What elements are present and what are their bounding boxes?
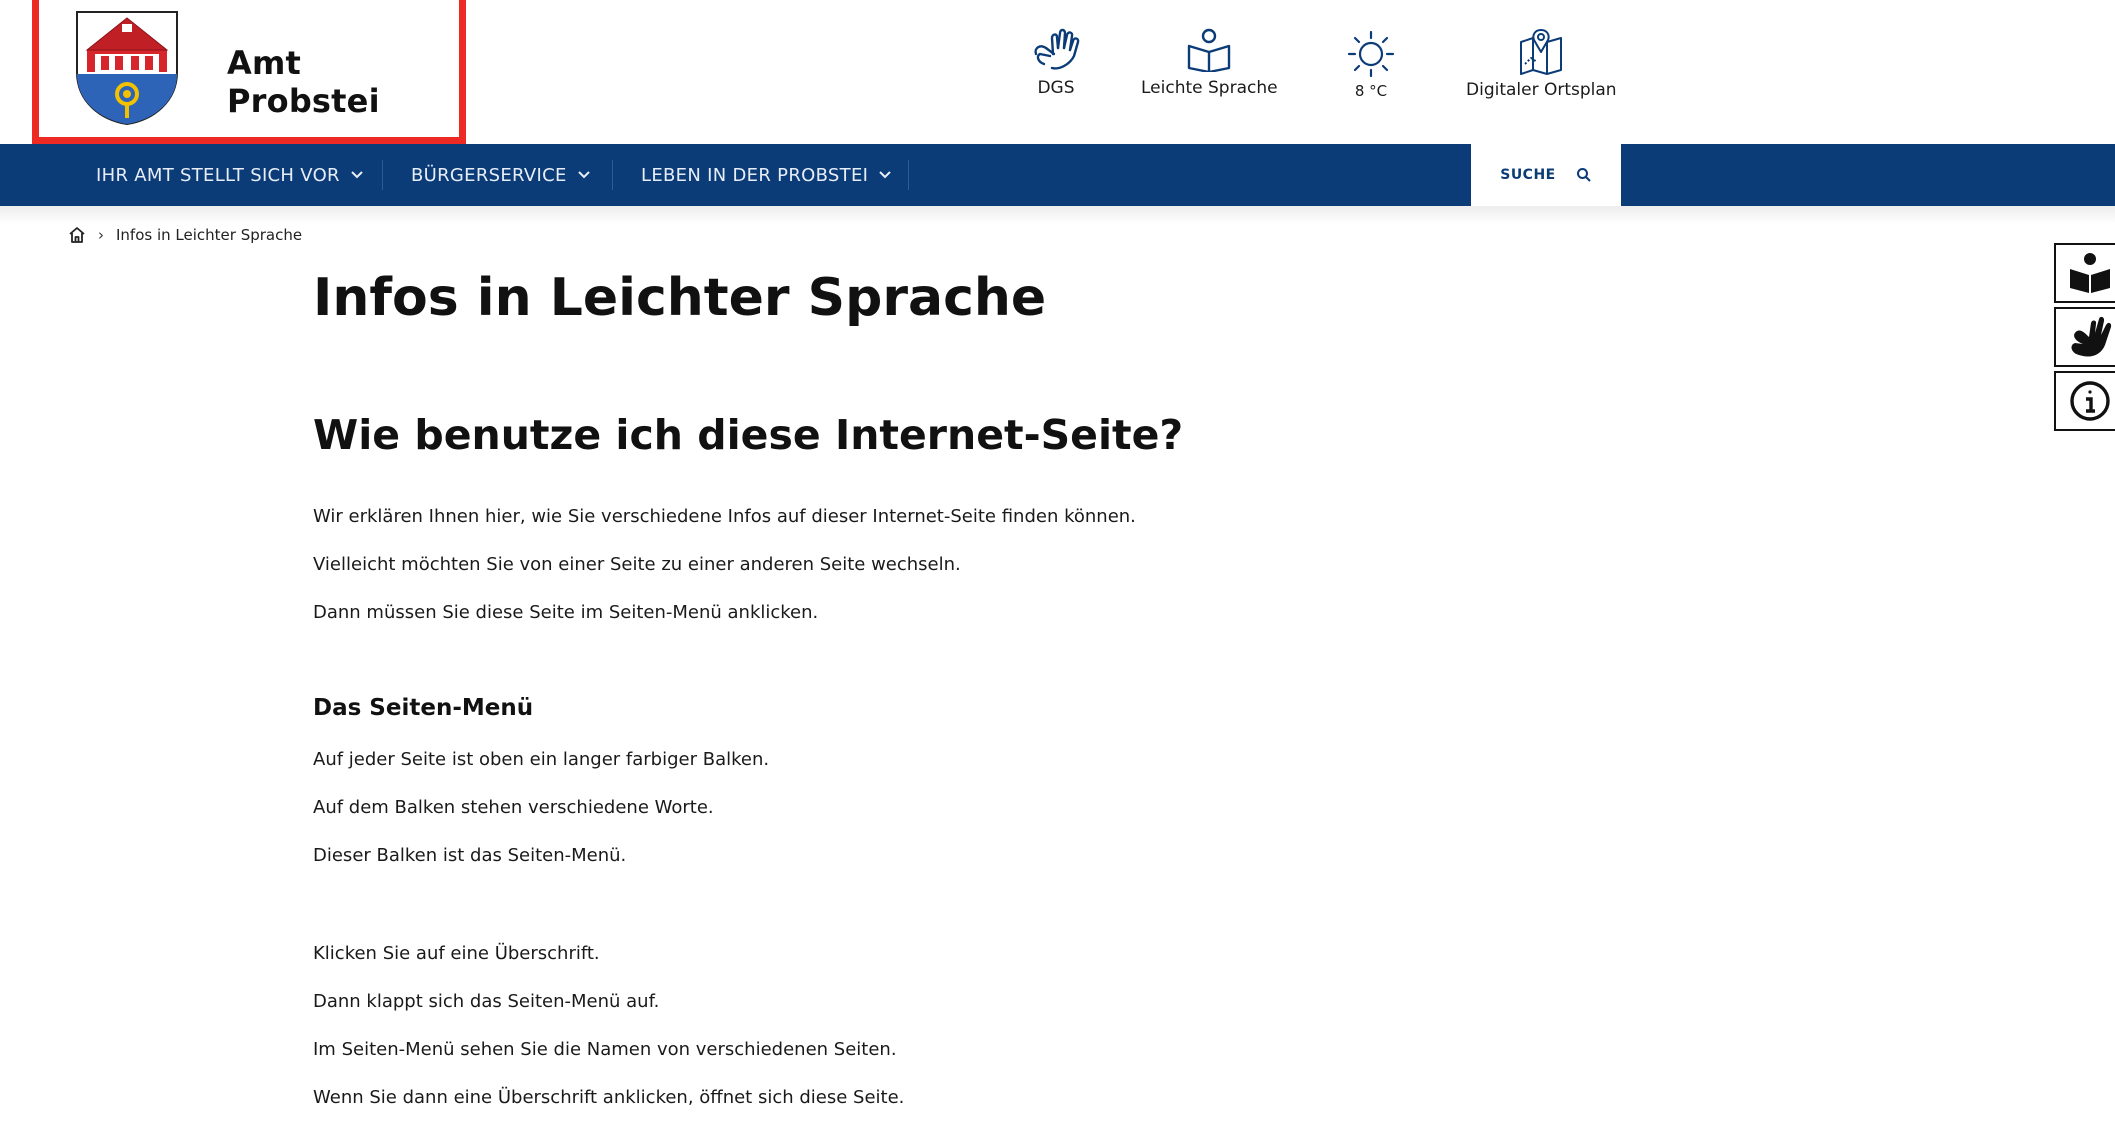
- easy-language-icon: [2070, 253, 2110, 293]
- nav-divider: [908, 160, 909, 190]
- chevron-down-icon: [879, 171, 891, 179]
- chevron-down-icon: [351, 171, 363, 179]
- site-header: Amt Probstei DGS Leichte Sprache 8 °C Di…: [0, 0, 2115, 144]
- page-title: Infos in Leichter Sprache: [313, 268, 1047, 328]
- site-logo-link[interactable]: Amt Probstei: [32, 0, 466, 144]
- nav-shadow: [0, 206, 2115, 224]
- click-paragraph: Im Seiten-Menü sehen Sie die Namen von v…: [313, 1039, 897, 1060]
- click-paragraph: Dann klappt sich das Seiten-Menü auf.: [313, 991, 660, 1012]
- side-tool-sign-language[interactable]: [2054, 307, 2115, 367]
- coat-of-arms-icon: [76, 11, 178, 126]
- search-icon: [1576, 168, 1591, 182]
- chevron-down-icon: [577, 171, 590, 179]
- search-label: SUCHE: [1500, 167, 1556, 183]
- menu-paragraph: Auf jeder Seite ist oben ein langer farb…: [313, 749, 770, 770]
- click-paragraph: Klicken Sie auf eine Überschrift.: [313, 943, 600, 964]
- site-title: Amt Probstei: [227, 44, 380, 120]
- breadcrumb-separator-icon: ›: [98, 226, 104, 244]
- sun-icon: [1347, 30, 1395, 78]
- side-tool-easy-language[interactable]: [2054, 243, 2115, 303]
- main-content: Infos in Leichter Sprache Wie benutze ic…: [313, 262, 1613, 1108]
- info-icon: [2070, 381, 2110, 421]
- section-title: Wie benutze ich diese Internet-Seite?: [313, 411, 1184, 459]
- temperature-label: 8 °C: [1354, 82, 1388, 100]
- nav-divider: [612, 160, 613, 190]
- intro-paragraph: Wir erklären Ihnen hier, wie Sie verschi…: [313, 506, 1136, 527]
- nav-item-leben[interactable]: LEBEN IN DER PROBSTEI: [641, 144, 892, 206]
- ortsplan-link[interactable]: Digitaler Ortsplan: [1466, 28, 1617, 100]
- dgs-link[interactable]: DGS: [1030, 28, 1082, 98]
- nav-item-label: BÜRGERSERVICE: [411, 164, 567, 186]
- book-reader-icon: [1188, 28, 1231, 72]
- nav-item-label: IHR AMT STELLT SICH VOR: [96, 164, 340, 186]
- ortsplan-label: Digitaler Ortsplan: [1466, 80, 1617, 100]
- breadcrumb: › Infos in Leichter Sprache: [68, 226, 302, 244]
- nav-divider: [382, 160, 383, 190]
- menu-paragraph: Auf dem Balken stehen verschiedene Worte…: [313, 797, 714, 818]
- search-button[interactable]: SUCHE: [1471, 144, 1621, 206]
- intro-paragraph: Dann müssen Sie diese Seite im Seiten-Me…: [313, 602, 819, 623]
- sign-language-icon: [1034, 28, 1080, 70]
- nav-item-amt[interactable]: IHR AMT STELLT SICH VOR: [96, 144, 364, 206]
- nav-bar-end: [1621, 144, 2115, 206]
- subsection-title: Das Seiten-Menü: [313, 695, 534, 721]
- menu-paragraph: Dieser Balken ist das Seiten-Menü.: [313, 845, 627, 866]
- map-pin-icon: [1520, 29, 1563, 75]
- home-icon[interactable]: [68, 226, 86, 244]
- nav-item-label: LEBEN IN DER PROBSTEI: [641, 164, 869, 186]
- intro-paragraph: Vielleicht möchten Sie von einer Seite z…: [313, 554, 961, 575]
- page: Amt Probstei DGS Leichte Sprache 8 °C Di…: [0, 0, 2115, 1140]
- weather-widget[interactable]: 8 °C: [1345, 30, 1397, 100]
- dgs-label: DGS: [1037, 78, 1075, 98]
- sign-language-icon: [2071, 316, 2112, 357]
- nav-item-buergerservice[interactable]: BÜRGERSERVICE: [411, 144, 591, 206]
- breadcrumb-current: Infos in Leichter Sprache: [116, 226, 303, 244]
- click-paragraph: Wenn Sie dann eine Überschrift anklicken…: [313, 1087, 905, 1108]
- leichte-sprache-label: Leichte Sprache: [1141, 78, 1278, 98]
- leichte-sprache-link[interactable]: Leichte Sprache: [1141, 28, 1278, 98]
- side-tool-info[interactable]: [2054, 371, 2115, 431]
